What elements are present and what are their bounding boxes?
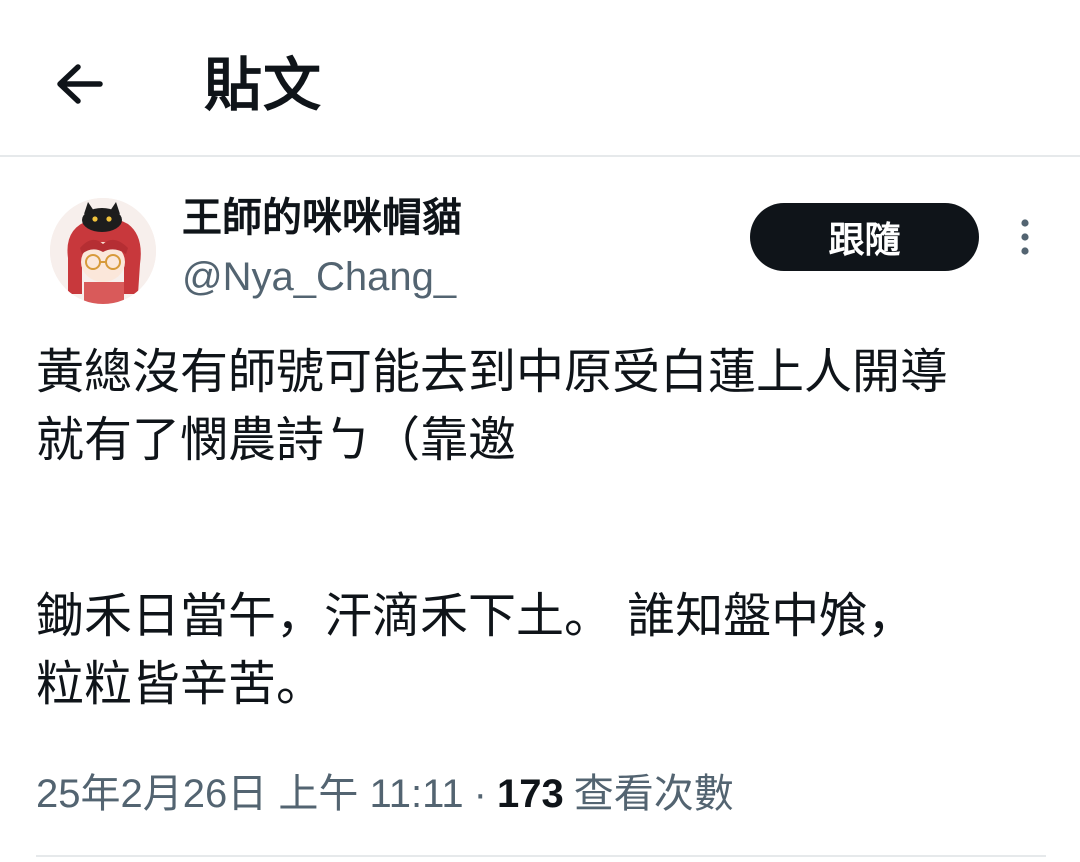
follow-button[interactable]: 跟隨 (750, 203, 979, 271)
views-count[interactable]: 173 (497, 764, 564, 824)
divider (36, 855, 1046, 857)
avatar-image (50, 198, 156, 304)
follow-button-label: 跟隨 (828, 220, 901, 261)
more-options-button[interactable] (1005, 212, 1045, 262)
author-handle[interactable]: @Nya_Chang_ (182, 252, 456, 302)
post-line: 鋤禾日當午，汗滴禾下土。 誰知盤中飧， (36, 588, 916, 644)
post-meta: 25年2月26日 上午 11:11 · 173 查看次數 (36, 764, 734, 824)
post-line: 黃總沒有師號可能去到中原受白蓮上人開導 (36, 344, 949, 400)
views-label[interactable]: 查看次數 (574, 764, 734, 824)
arrow-left-icon (57, 64, 103, 104)
post-line: 粒粒皆辛苦。 (36, 656, 325, 712)
top-bar: 貼文 (0, 0, 1080, 157)
avatar[interactable] (50, 198, 156, 304)
post-text: 黃總沒有師號可能去到中原受白蓮上人開導 就有了憫農詩ㄅ（靠邀 鋤禾日當午，汗滴禾… (36, 338, 1056, 718)
back-button[interactable] (40, 44, 120, 124)
page-title: 貼文 (204, 51, 323, 119)
author-name[interactable]: 王師的咪咪帽貓 (182, 192, 462, 244)
meta-separator: · (473, 772, 487, 816)
more-vertical-icon (1021, 219, 1029, 255)
post-line: 就有了憫農詩ㄅ（靠邀 (36, 412, 517, 468)
post-timestamp[interactable]: 25年2月26日 上午 11:11 (36, 764, 464, 824)
